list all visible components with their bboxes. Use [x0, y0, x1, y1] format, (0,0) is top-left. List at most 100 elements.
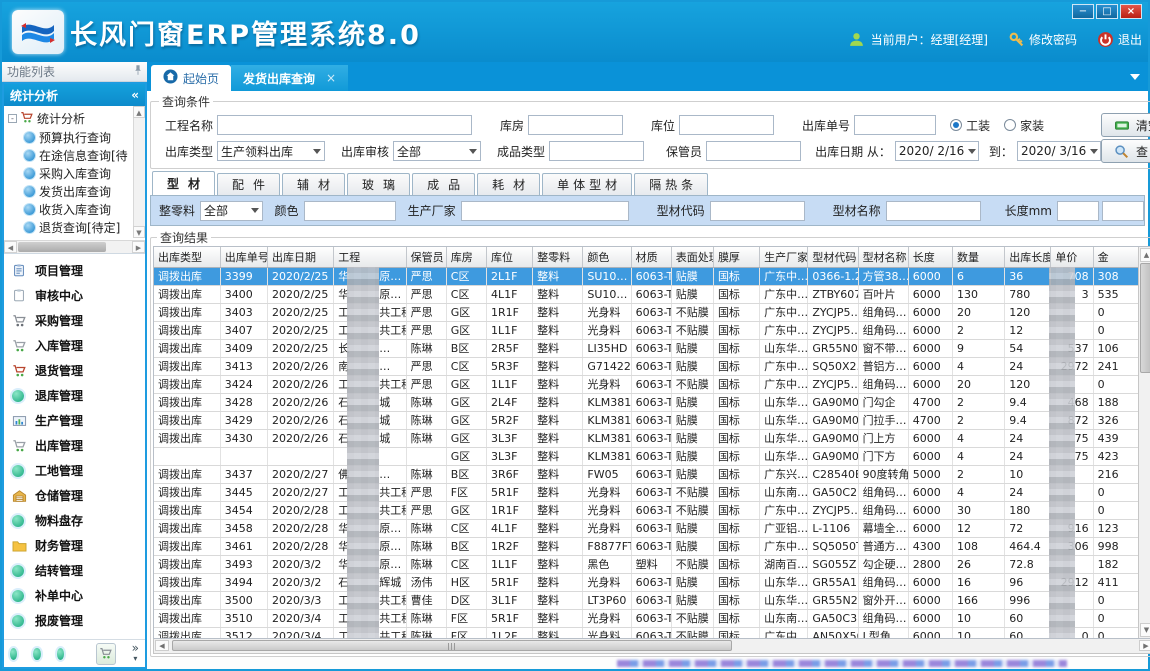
- column-header[interactable]: 出库日期: [268, 247, 334, 267]
- tree-item[interactable]: 退货查询[待定]: [8, 218, 145, 236]
- tab-close-icon[interactable]: ×: [326, 71, 336, 85]
- table-row[interactable]: 调拨出库34302020/2/26石城陈琳G区3L3F整料KLM38176063…: [154, 429, 1150, 447]
- material-tab-单体型材[interactable]: 单体型材: [542, 173, 632, 195]
- sidebar-item-仓储管理[interactable]: 仓储管理: [12, 483, 145, 508]
- material-tab-配件[interactable]: 配件: [217, 173, 280, 195]
- material-tab-隔热条[interactable]: 隔热条: [634, 173, 708, 195]
- sidebar-item-退货管理[interactable]: 退货管理: [12, 358, 145, 383]
- tree-horizontal-scrollbar[interactable]: ◀ ▶: [4, 240, 145, 253]
- pin-icon[interactable]: [134, 64, 142, 79]
- tree-item[interactable]: 在途信息查询[待: [8, 146, 145, 164]
- tree-item[interactable]: 预算执行查询: [8, 128, 145, 146]
- sidebar-item-审核中心[interactable]: 审核中心: [12, 283, 145, 308]
- table-row[interactable]: 调拨出库34452020/2/27工共工程严思F区5R1F整料光身料6063-T…: [154, 483, 1150, 501]
- table-row[interactable]: 调拨出库34542020/2/28工共工程严思G区1R1F整料光身料6063-T…: [154, 501, 1150, 519]
- sidebar-item-出库管理[interactable]: 出库管理: [12, 433, 145, 458]
- color-input[interactable]: [304, 201, 396, 221]
- length-to-input[interactable]: [1102, 201, 1144, 221]
- column-header[interactable]: 出库单号: [220, 247, 267, 267]
- date-to-select[interactable]: 2020/ 3/16: [1017, 141, 1101, 161]
- tree-item[interactable]: 发货出库查询: [8, 182, 145, 200]
- column-header[interactable]: 工程: [334, 247, 406, 267]
- profile-name-input[interactable]: [886, 201, 981, 221]
- table-row[interactable]: 调拨出库34942020/3/2石辉城汤伟H区5R1F整料光身料6063-T5贴…: [154, 573, 1150, 591]
- sidebar-item-退库管理[interactable]: 退库管理: [12, 383, 145, 408]
- minimize-button[interactable]: −: [1072, 4, 1094, 19]
- radio-gongzhuang[interactable]: 工装: [950, 117, 990, 134]
- logout-button[interactable]: 退出: [1097, 31, 1142, 48]
- scroll-right-icon[interactable]: ▶: [132, 241, 145, 253]
- table-row[interactable]: 调拨出库34242020/2/26工共工程严思G区1L1F整料光身料6063-T…: [154, 375, 1150, 393]
- column-header[interactable]: 型材名称: [858, 247, 908, 267]
- tree-root-statistics[interactable]: - 统计分析: [8, 109, 145, 128]
- table-row[interactable]: G区3L3F整料KLM38176063-T5贴膜国标山东华…GA90M09.门下…: [154, 447, 1150, 465]
- table-row[interactable]: 调拨出库34612020/2/28华原…陈琳B区1R2F整料F8877FT606…: [154, 537, 1150, 555]
- scroll-up-icon[interactable]: ▲: [1140, 248, 1150, 262]
- table-row[interactable]: 调拨出库33992020/2/25华原…严思C区2L1F整料SU10…6063-…: [154, 267, 1150, 285]
- collapsed-item-dot[interactable]: [57, 648, 64, 660]
- sidebar-item-物料盘存[interactable]: 物料盘存: [12, 508, 145, 533]
- column-header[interactable]: 单价: [1051, 247, 1093, 267]
- sidebar-item-项目管理[interactable]: 项目管理: [12, 258, 145, 283]
- table-row[interactable]: 调拨出库34092020/2/25长…陈琳B区2R5F整料LI35HD6063-…: [154, 339, 1150, 357]
- column-header[interactable]: 型材代码: [808, 247, 858, 267]
- column-header[interactable]: 保管员: [406, 247, 446, 267]
- close-button[interactable]: ×: [1120, 4, 1142, 19]
- sidebar-item-财务管理[interactable]: 财务管理: [12, 533, 145, 558]
- section-statistics-header[interactable]: 统计分析 «: [4, 84, 145, 106]
- table-row[interactable]: 调拨出库35102020/3/4工共工程陈琳F区5R1F整料光身料6063-T5…: [154, 609, 1150, 627]
- warehouse-input[interactable]: [528, 115, 623, 135]
- column-header[interactable]: 颜色: [583, 247, 631, 267]
- location-input[interactable]: [679, 115, 774, 135]
- column-header[interactable]: 材质: [631, 247, 671, 267]
- column-header[interactable]: 出库长度: [1005, 247, 1051, 267]
- table-row[interactable]: 调拨出库34132020/2/26南…严思C区5R3F整料G714226063-…: [154, 357, 1150, 375]
- keeper-input[interactable]: [706, 141, 801, 161]
- scroll-thumb[interactable]: [1140, 263, 1150, 373]
- date-from-select[interactable]: 2020/ 2/16: [895, 141, 979, 161]
- column-header[interactable]: 数量: [952, 247, 1004, 267]
- column-header[interactable]: 生产厂家: [760, 247, 808, 267]
- table-row[interactable]: 调拨出库34932020/3/2华原…陈琳C区1L1F整料黑色塑料不贴膜国标湖南…: [154, 555, 1150, 573]
- sidebar-item-工地管理[interactable]: 工地管理: [12, 458, 145, 483]
- order-no-input[interactable]: [854, 115, 936, 135]
- table-vertical-scrollbar[interactable]: ▲ ▼: [1138, 247, 1150, 638]
- column-header[interactable]: 膜厚: [713, 247, 759, 267]
- table-horizontal-scrollbar[interactable]: ◀ ▶: [153, 639, 1150, 654]
- tree-item[interactable]: 退库管理[待定]: [8, 236, 145, 238]
- radio-jiazhuang[interactable]: 家装: [1004, 117, 1044, 134]
- manufacturer-input[interactable]: [461, 201, 629, 221]
- product-type-input[interactable]: [549, 141, 644, 161]
- out-type-select[interactable]: 生产领料出库: [217, 141, 325, 161]
- maximize-button[interactable]: □: [1096, 4, 1118, 19]
- tab-list-dropdown-icon[interactable]: [1130, 74, 1140, 80]
- project-name-input[interactable]: [217, 115, 472, 135]
- sidebar-item-结转管理[interactable]: 结转管理: [12, 558, 145, 583]
- column-header[interactable]: 出库类型: [154, 247, 220, 267]
- sidebar-item-报废管理[interactable]: 报废管理: [12, 608, 145, 633]
- column-header[interactable]: 库房: [446, 247, 486, 267]
- sidebar-item-采购管理[interactable]: 采购管理: [12, 308, 145, 333]
- table-row[interactable]: 调拨出库34372020/2/27佛…陈琳B区3R6F整料FW056063-T5…: [154, 465, 1150, 483]
- sidebar-item-生产管理[interactable]: 生产管理: [12, 408, 145, 433]
- table-row[interactable]: 调拨出库34032020/2/25工共工程严思G区1R1F整料光身料6063-T…: [154, 303, 1150, 321]
- material-tab-成品[interactable]: 成品: [412, 173, 475, 195]
- tree-item[interactable]: 收货入库查询: [8, 200, 145, 218]
- material-tab-辅材[interactable]: 辅材: [282, 173, 345, 195]
- scroll-thumb[interactable]: [172, 640, 732, 651]
- scroll-up-icon[interactable]: ▲: [133, 106, 145, 118]
- table-row[interactable]: 调拨出库34292020/2/26石城陈琳G区5R2F整料KLM38176063…: [154, 411, 1150, 429]
- table-row[interactable]: 调拨出库34282020/2/26石城陈琳G区2L4F整料KLM38176063…: [154, 393, 1150, 411]
- sidebar-item-入库管理[interactable]: 入库管理: [12, 333, 145, 358]
- material-tab-型材[interactable]: 型材: [152, 171, 215, 195]
- table-row[interactable]: 调拨出库35002020/3/3工共工程曹佳D区3L1F整料LT3P606063…: [154, 591, 1150, 609]
- sidebar-item-补单中心[interactable]: 补单中心: [12, 583, 145, 608]
- search-button[interactable]: 查 询: [1101, 139, 1150, 163]
- column-header[interactable]: 长度: [908, 247, 952, 267]
- collapsed-item-dot[interactable]: [10, 648, 17, 660]
- more-options-button[interactable]: »▾: [132, 644, 139, 663]
- scroll-left-icon[interactable]: ◀: [155, 640, 169, 651]
- column-header[interactable]: 表面处理: [671, 247, 713, 267]
- tab-home[interactable]: 起始页: [151, 65, 231, 91]
- table-row[interactable]: 调拨出库35122020/3/4工共工程陈琳F区1L2F整料光身料6063-T5…: [154, 627, 1150, 639]
